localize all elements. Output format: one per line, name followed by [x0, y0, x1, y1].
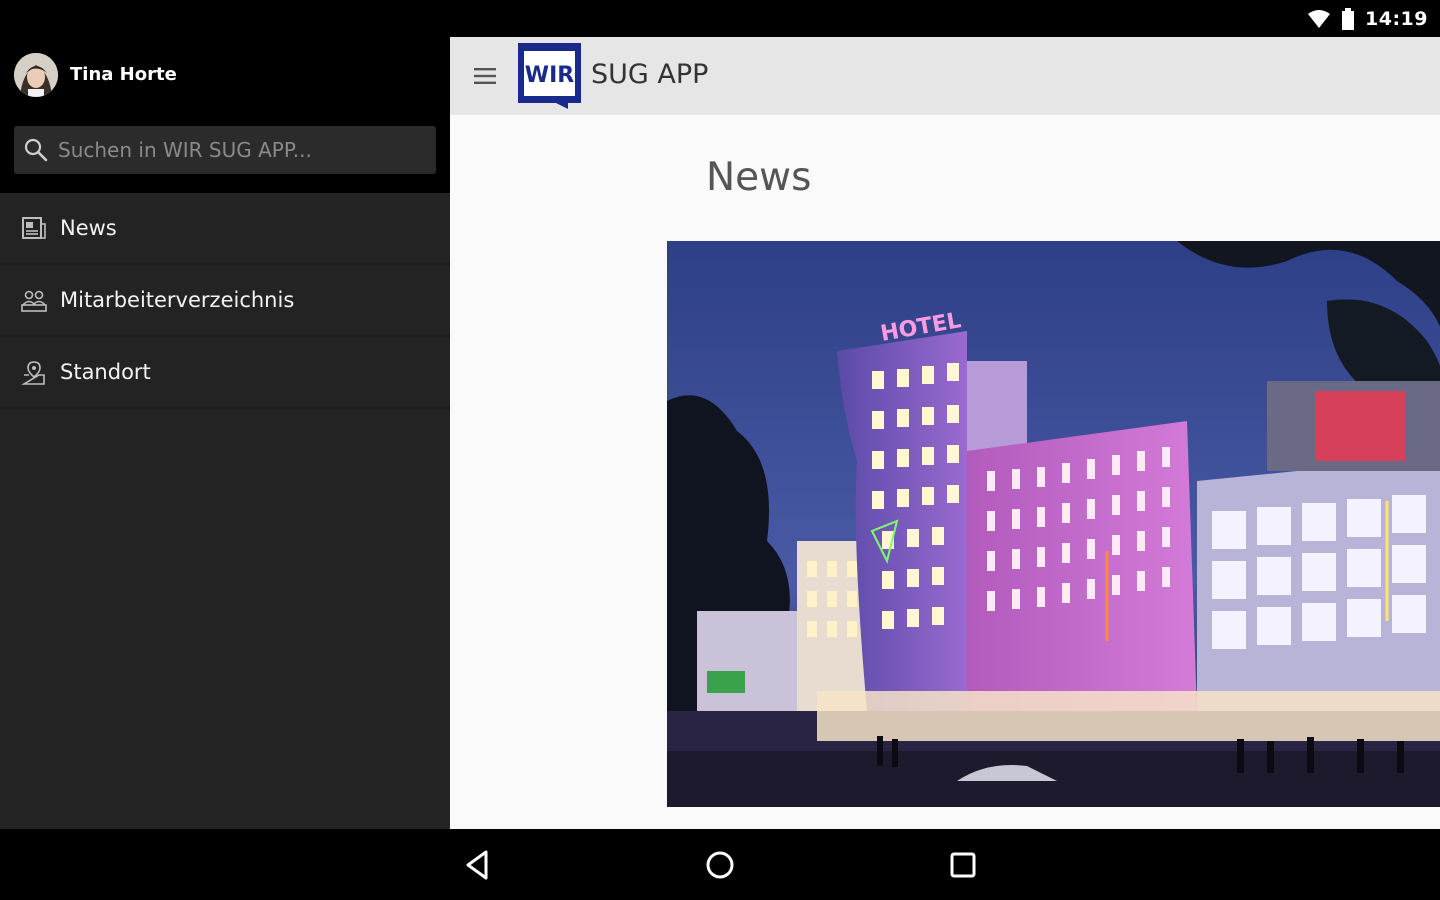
app-toolbar: WIR SUG APP [450, 37, 1440, 115]
newspaper-icon [22, 217, 46, 239]
status-time: 14:19 [1365, 8, 1428, 30]
search-input[interactable] [58, 126, 428, 174]
news-image[interactable]: HOTEL [667, 241, 1440, 807]
drawer-item-news[interactable]: News [0, 193, 450, 265]
drawer-header: Tina Horte [0, 37, 450, 193]
drawer-nav: News Mitarbeiterverzeichnis Standort [0, 193, 450, 409]
recents-icon[interactable] [945, 847, 981, 883]
home-icon[interactable] [702, 847, 738, 883]
page-title: News [706, 155, 812, 200]
search-icon [24, 138, 48, 162]
user-name: Tina Horte [70, 64, 177, 85]
battery-icon [1342, 8, 1355, 30]
back-icon[interactable] [460, 847, 496, 883]
logo-text: WIR [525, 63, 574, 88]
app-title: SUG APP [591, 59, 709, 90]
avatar[interactable] [14, 53, 58, 97]
avatar-image [14, 53, 58, 97]
drawer-item-label: Standort [60, 360, 151, 384]
status-icons: 14:19 [1307, 6, 1428, 32]
drawer-item-standort[interactable]: Standort [0, 337, 450, 409]
navigation-drawer: Tina Horte News [0, 37, 450, 829]
drawer-item-mitarbeiterverzeichnis[interactable]: Mitarbeiterverzeichnis [0, 265, 450, 337]
location-icon [21, 361, 45, 385]
drawer-item-label: News [60, 216, 117, 240]
drawer-item-label: Mitarbeiterverzeichnis [60, 288, 295, 312]
menu-icon[interactable] [470, 62, 500, 90]
people-icon [21, 290, 47, 312]
system-nav-bar [0, 829, 1440, 900]
wir-logo: WIR [518, 43, 581, 109]
status-bar: 14:19 [0, 0, 1440, 37]
wifi-icon [1308, 10, 1331, 28]
main-content: WIR SUG APP News HOTEL [450, 37, 1440, 829]
search-box[interactable] [14, 126, 436, 174]
